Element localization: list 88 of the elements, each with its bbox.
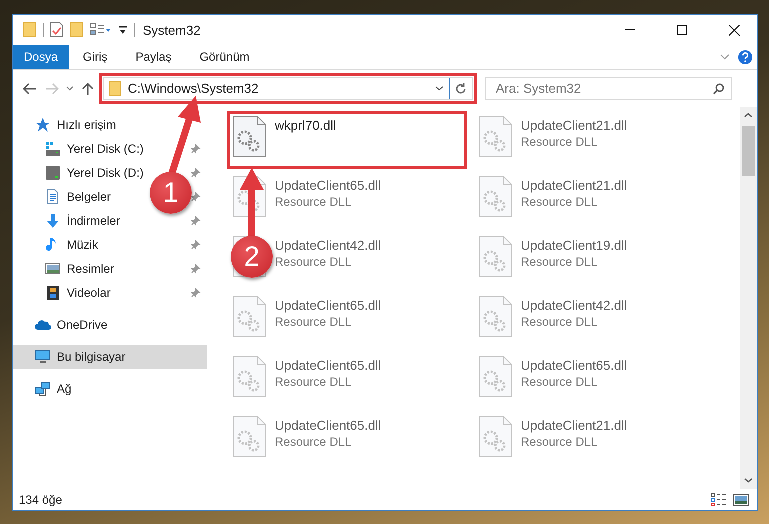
right-arrow-icon <box>45 82 59 94</box>
sidebar-item[interactable]: Videolar <box>13 281 207 305</box>
gear-file-icon <box>233 416 267 458</box>
pin-icon[interactable] <box>191 216 201 226</box>
window-title: System32 <box>143 22 201 38</box>
file-name[interactable]: UpdateClient42.dll <box>275 238 382 253</box>
customize-toolbar-icon[interactable] <box>118 25 128 35</box>
gear-file-icon <box>479 116 513 158</box>
search-field[interactable]: Ara: System32 <box>485 77 732 100</box>
pin-icon[interactable] <box>191 192 201 202</box>
left-arrow-icon <box>23 82 37 94</box>
sidebar-item[interactable]: Hızlı erişim <box>13 113 207 137</box>
file-name[interactable]: UpdateClient19.dll <box>521 238 628 253</box>
gear-file-icon <box>233 356 267 398</box>
scrollbar[interactable] <box>740 107 757 489</box>
ribbon-tab[interactable]: Paylaş <box>122 45 186 69</box>
file-name[interactable]: UpdateClient21.dll <box>521 178 628 193</box>
sidebar-item[interactable]: Ağ <box>13 377 207 401</box>
file-type: Resource DLL <box>521 435 599 449</box>
close-icon <box>728 24 740 36</box>
document-icon <box>45 189 61 205</box>
view-options-icon[interactable] <box>90 23 112 37</box>
refresh-icon <box>455 82 467 94</box>
sidebar-item[interactable]: Müzik <box>13 233 207 257</box>
scrollbar-thumb[interactable] <box>742 126 755 176</box>
chevron-down-icon <box>66 86 74 91</box>
chevron-down-icon[interactable] <box>720 54 730 60</box>
drive-icon <box>45 165 61 181</box>
drive-icon <box>45 141 61 157</box>
file-name[interactable]: UpdateClient65.dll <box>521 358 628 373</box>
file-name[interactable]: UpdateClient42.dll <box>521 298 628 313</box>
ribbon-tab[interactable]: Görünüm <box>186 45 264 69</box>
chevron-down-icon <box>435 86 444 91</box>
file-type: Resource DLL <box>521 375 599 389</box>
properties-icon[interactable] <box>50 22 64 38</box>
down-arrow-icon <box>45 213 61 229</box>
file-type: Resource DLL <box>275 315 353 329</box>
film-icon <box>45 285 61 301</box>
file-type: Resource DLL <box>275 195 353 209</box>
search-icon <box>713 83 725 95</box>
file-type: Resource DLL <box>275 435 353 449</box>
folder-icon <box>109 80 122 96</box>
file-name[interactable]: UpdateClient65.dll <box>275 178 382 193</box>
sidebar-item[interactable]: OneDrive <box>13 313 207 337</box>
pin-icon[interactable] <box>191 264 201 274</box>
sidebar-item[interactable]: Bu bilgisayar <box>13 345 207 369</box>
network-icon <box>35 381 51 397</box>
pin-icon[interactable] <box>191 240 201 250</box>
scroll-down-icon[interactable] <box>744 478 753 483</box>
file-name[interactable]: UpdateClient21.dll <box>521 418 628 433</box>
sidebar-item[interactable]: Resimler <box>13 257 207 281</box>
file-name[interactable]: UpdateClient65.dll <box>275 298 382 313</box>
minimize-icon <box>625 29 635 31</box>
pin-icon[interactable] <box>191 168 201 178</box>
selected-file-item[interactable]: wkprl70.dll <box>229 113 465 167</box>
sidebar-item[interactable]: Yerel Disk (C:) <box>13 137 207 161</box>
file-name[interactable]: UpdateClient65.dll <box>275 418 382 433</box>
picture-icon <box>733 492 749 506</box>
gear-file-icon <box>479 296 513 338</box>
gear-file-icon <box>479 416 513 458</box>
scroll-up-icon[interactable] <box>744 113 753 118</box>
file-name[interactable]: wkprl70.dll <box>275 118 336 133</box>
star-icon <box>35 117 51 133</box>
file-type: Resource DLL <box>521 255 599 269</box>
pin-icon[interactable] <box>191 288 201 298</box>
gear-file-icon <box>479 176 513 218</box>
file-name[interactable]: UpdateClient65.dll <box>275 358 382 373</box>
gear-file-icon <box>479 356 513 398</box>
monitor-icon <box>35 349 51 365</box>
address-path: C:\Windows\System32 <box>128 81 259 96</box>
help-icon[interactable] <box>738 50 753 64</box>
list-icon <box>711 492 727 506</box>
ribbon-tab[interactable]: Giriş <box>69 45 122 69</box>
file-type: Resource DLL <box>521 195 599 209</box>
gear-file-icon <box>479 236 513 278</box>
pin-icon[interactable] <box>191 144 201 154</box>
item-count: 134 öğe <box>19 492 62 506</box>
picture-icon <box>45 261 61 277</box>
gear-file-icon <box>233 296 267 338</box>
gear-file-icon <box>233 116 267 158</box>
file-type: Resource DLL <box>521 135 599 149</box>
file-type: Resource DLL <box>275 375 353 389</box>
file-type: Resource DLL <box>275 255 353 269</box>
file-type: Resource DLL <box>521 315 599 329</box>
ribbon-tab[interactable]: Dosya <box>13 45 70 69</box>
file-name[interactable]: UpdateClient21.dll <box>521 118 628 133</box>
up-arrow-icon <box>82 82 94 96</box>
maximize-icon <box>677 25 687 35</box>
